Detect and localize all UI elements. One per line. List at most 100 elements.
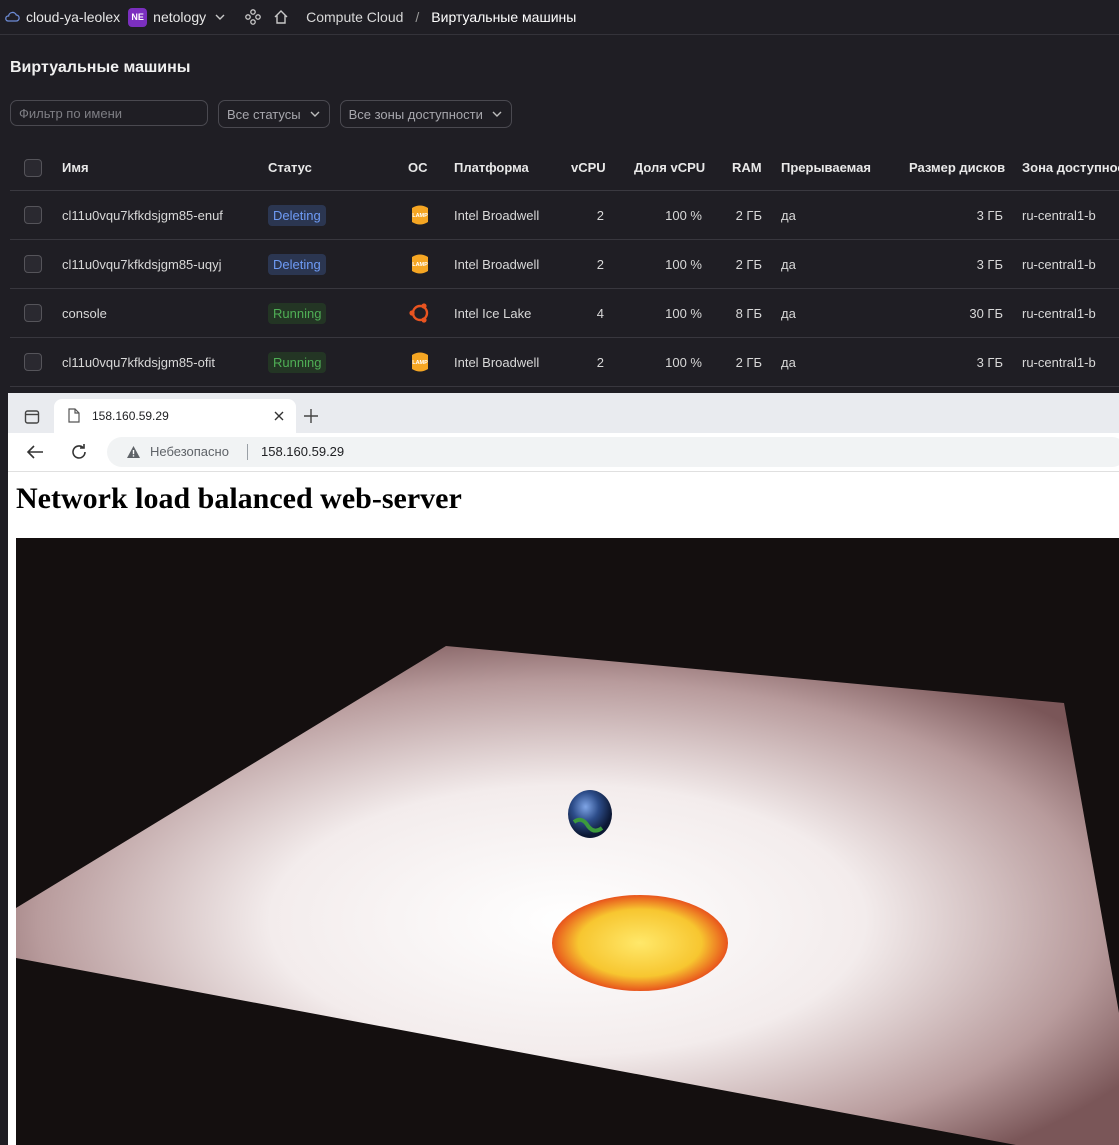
vm-vcpu: 4 xyxy=(596,305,604,321)
home-icon[interactable] xyxy=(272,8,290,26)
table-row[interactable]: cl11u0vqu7kfkdsjgm85-ofit Running LAMP I… xyxy=(10,338,1119,387)
column-header-status[interactable]: Статус xyxy=(268,160,312,175)
table-row[interactable]: cl11u0vqu7kfkdsjgm85-uqyj Deleting LAMP … xyxy=(10,240,1119,289)
vm-vcpu: 2 xyxy=(596,207,604,223)
filters-bar: Все статусы Все зоны доступности xyxy=(10,100,512,128)
top-navigation-bar: cloud-ya-leolex NE netology Compute Clou… xyxy=(0,0,1119,35)
svg-text:LAMP: LAMP xyxy=(412,213,428,219)
zone-filter-label: Все зоны доступности xyxy=(348,106,483,122)
breadcrumb-separator: / xyxy=(415,9,420,25)
select-all-checkbox[interactable] xyxy=(24,158,42,177)
column-header-name[interactable]: Имя xyxy=(62,160,89,175)
status-badge: Deleting xyxy=(268,204,326,226)
status-badge: Running xyxy=(268,302,327,324)
vm-vcpu: 2 xyxy=(596,256,604,272)
tab-title: 158.160.59.29 xyxy=(92,409,169,423)
cloud-icon xyxy=(5,11,20,22)
vm-vcpu-share: 100 % xyxy=(665,207,702,223)
browser-window: 158.160.59.29 Небезопасно 158.160.59.29 … xyxy=(8,393,1119,1145)
vm-platform: Intel Ice Lake xyxy=(454,305,532,321)
chevron-down-icon xyxy=(492,111,502,117)
cloud-selector[interactable]: cloud-ya-leolex xyxy=(26,9,120,25)
page-heading: Network load balanced web-server xyxy=(16,482,462,515)
svg-text:LAMP: LAMP xyxy=(412,262,428,268)
vm-ram: 2 ГБ xyxy=(735,207,762,223)
svg-text:LAMP: LAMP xyxy=(412,360,428,366)
vm-name[interactable]: cl11u0vqu7kfkdsjgm85-uqyj xyxy=(62,257,221,272)
breadcrumb-current: Виртуальные машины xyxy=(431,9,577,25)
vm-ram: 2 ГБ xyxy=(735,256,762,272)
column-header-ram[interactable]: RAM xyxy=(732,160,762,175)
column-header-preemptible[interactable]: Прерываемая xyxy=(781,160,871,175)
vm-vcpu-share: 100 % xyxy=(665,305,702,321)
ubuntu-icon xyxy=(409,303,429,323)
vm-platform: Intel Broadwell xyxy=(454,354,540,370)
table-header: Имя Статус ОС Платформа vCPU Доля vCPU R… xyxy=(10,145,1119,191)
url-text[interactable]: 158.160.59.29 xyxy=(261,444,344,459)
status-badge: Running xyxy=(268,351,327,373)
chevron-down-icon xyxy=(310,111,320,117)
vm-zone: ru-central1-b xyxy=(1022,207,1096,223)
vm-name[interactable]: console xyxy=(62,306,107,321)
vm-name[interactable]: cl11u0vqu7kfkdsjgm85-enuf xyxy=(62,208,223,223)
row-checkbox[interactable] xyxy=(24,255,42,273)
new-tab-icon[interactable] xyxy=(304,409,318,423)
vm-platform: Intel Broadwell xyxy=(454,256,540,272)
vm-disk-size: 3 ГБ xyxy=(976,207,1003,223)
reload-icon[interactable] xyxy=(70,443,88,461)
column-header-zone[interactable]: Зона доступност xyxy=(1022,160,1119,175)
vm-disk-size: 3 ГБ xyxy=(976,354,1003,370)
row-checkbox[interactable] xyxy=(24,353,42,371)
warning-icon[interactable] xyxy=(126,445,141,459)
tab-actions-icon[interactable] xyxy=(24,409,40,425)
vm-name[interactable]: cl11u0vqu7kfkdsjgm85-ofit xyxy=(62,355,215,370)
chevron-down-icon[interactable] xyxy=(214,11,226,23)
vm-vcpu: 2 xyxy=(596,354,604,370)
column-header-os: ОС xyxy=(408,160,428,175)
page-title: Виртуальные машины xyxy=(10,59,191,76)
vm-ram: 2 ГБ xyxy=(735,354,762,370)
status-filter-label: Все статусы xyxy=(227,106,301,122)
vm-vcpu-share: 100 % xyxy=(665,354,702,370)
back-arrow-icon[interactable] xyxy=(26,444,44,460)
name-filter-input[interactable] xyxy=(10,100,208,126)
table-row[interactable]: console Running Intel Ice Lake 4 100 % 8… xyxy=(10,289,1119,338)
zone-filter-select[interactable]: Все зоны доступности xyxy=(339,100,512,128)
folder-selector[interactable]: netology xyxy=(153,9,206,25)
status-badge: Deleting xyxy=(268,253,326,275)
insecure-label[interactable]: Небезопасно xyxy=(150,444,229,459)
address-bar[interactable]: Небезопасно 158.160.59.29 xyxy=(107,437,1119,467)
browser-toolbar: Небезопасно 158.160.59.29 xyxy=(8,433,1119,472)
vm-disk-size: 30 ГБ xyxy=(969,305,1003,321)
status-filter-select[interactable]: Все статусы xyxy=(218,100,330,128)
column-header-vcpu-share[interactable]: Доля vCPU xyxy=(634,160,705,175)
vm-zone: ru-central1-b xyxy=(1022,305,1096,321)
vm-zone: ru-central1-b xyxy=(1022,354,1096,370)
vm-ram: 8 ГБ xyxy=(735,305,762,321)
column-header-disk-size[interactable]: Размер дисков xyxy=(909,160,1005,175)
breadcrumb-compute-cloud[interactable]: Compute Cloud xyxy=(306,9,403,25)
row-checkbox[interactable] xyxy=(24,304,42,322)
vm-preemptible: да xyxy=(781,207,796,223)
vm-preemptible: да xyxy=(781,305,796,321)
browser-tab[interactable]: 158.160.59.29 xyxy=(54,399,296,433)
vm-disk-size: 3 ГБ xyxy=(976,256,1003,272)
web-page-content: Network load balanced web-server xyxy=(8,472,1119,1145)
row-checkbox[interactable] xyxy=(24,206,42,224)
lamp-icon: LAMP xyxy=(412,352,428,372)
folder-avatar: NE xyxy=(128,7,148,27)
lamp-icon: LAMP xyxy=(412,205,428,225)
close-icon[interactable] xyxy=(274,411,284,421)
solar-system-image xyxy=(16,538,1119,1145)
vm-preemptible: да xyxy=(781,354,796,370)
tab-strip: 158.160.59.29 xyxy=(8,393,1119,433)
table-row[interactable]: cl11u0vqu7kfkdsjgm85-enuf Deleting LAMP … xyxy=(10,191,1119,240)
services-icon[interactable] xyxy=(244,8,262,26)
column-header-platform[interactable]: Платформа xyxy=(454,160,529,175)
column-header-vcpu[interactable]: vCPU xyxy=(571,160,606,175)
vm-platform: Intel Broadwell xyxy=(454,207,540,223)
page-icon xyxy=(68,408,80,423)
sun xyxy=(552,895,728,991)
vm-vcpu-share: 100 % xyxy=(665,256,702,272)
lamp-icon: LAMP xyxy=(412,254,428,274)
